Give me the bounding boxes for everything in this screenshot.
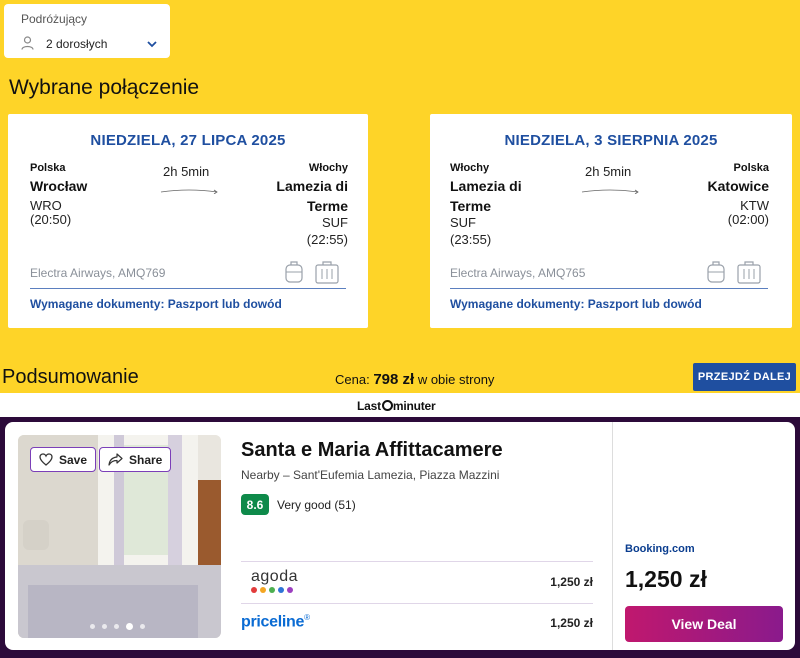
- hotel-ad-section: Save Share Santa e Maria Affittacamere N…: [0, 417, 800, 658]
- heart-icon: [39, 453, 53, 466]
- card-divider: [450, 288, 768, 289]
- arrival-time: (02:00): [727, 212, 769, 227]
- arrival-time: (22:55): [306, 232, 348, 247]
- hotel-location: Nearby – Sant'Eufemia Lamezia, Piazza Ma…: [241, 468, 500, 482]
- save-button[interactable]: Save: [30, 447, 97, 472]
- departure-time: (20:50): [30, 212, 72, 227]
- agoda-dot: [269, 587, 275, 593]
- departure-time: (23:55): [450, 232, 492, 247]
- registered-mark: ®: [304, 613, 310, 622]
- travellers-selector[interactable]: Podróżujący 2 dorosłych: [4, 4, 170, 58]
- proceed-button[interactable]: PRZEJDŹ DALEJ: [693, 363, 796, 391]
- carousel-dot[interactable]: [102, 624, 107, 629]
- clock-ring-icon: [381, 400, 393, 411]
- origin-city-line: Lamezia di: [450, 178, 522, 194]
- destination-country: Włochy: [308, 162, 348, 174]
- selected-connection-heading: Wybrane połączenie: [9, 76, 200, 99]
- logo-text-left: Last: [357, 399, 381, 413]
- flight-date: NIEDZIELA, 3 SIERPNIA 2025: [504, 132, 718, 149]
- backpack-icon: [285, 261, 303, 283]
- lastminute-logo: Last minuter: [357, 399, 436, 413]
- suitcase-icon: [315, 261, 339, 284]
- carousel-dot-active[interactable]: [126, 623, 133, 630]
- save-label: Save: [59, 452, 88, 467]
- lastminute-banner: Last minuter: [0, 393, 800, 417]
- destination-city-line: Lamezia di: [276, 178, 348, 194]
- required-documents: Wymagane dokumenty: Paszport lub dowód: [450, 297, 702, 311]
- hotel-card[interactable]: Save Share Santa e Maria Affittacamere N…: [5, 422, 795, 650]
- airline-info: Electra Airways, AMQ769: [30, 266, 166, 280]
- share-icon: [108, 453, 123, 466]
- carousel-dot[interactable]: [90, 624, 95, 629]
- priceline-logo-text: priceline: [241, 613, 305, 631]
- featured-price: 1,250 zł: [625, 566, 707, 592]
- flight-summary-section: Podróżujący 2 dorosłych Wybrane połączen…: [0, 0, 800, 393]
- travellers-value: 2 dorosłych: [46, 37, 108, 51]
- priceline-logo[interactable]: priceline®: [241, 613, 310, 631]
- booking-logo: Booking.com: [625, 543, 695, 555]
- destination-city: Lamezia di Terme: [276, 176, 348, 216]
- view-deal-button[interactable]: View Deal: [625, 606, 783, 642]
- share-label: Share: [129, 452, 163, 467]
- suitcase-icon: [737, 261, 761, 284]
- flight-date: NIEDZIELA, 27 LIPCA 2025: [90, 132, 286, 149]
- share-button[interactable]: Share: [99, 447, 172, 472]
- return-flight-card: NIEDZIELA, 3 SIERPNIA 2025 Włochy Lamezi…: [430, 114, 792, 328]
- agoda-dots-icon: [251, 587, 293, 593]
- review-score-badge: 8.6: [241, 494, 269, 515]
- flight-duration: 2h 5min: [163, 164, 210, 179]
- destination-city: Katowice: [707, 178, 769, 194]
- agoda-dot: [251, 587, 257, 593]
- agoda-dot: [278, 587, 284, 593]
- origin-city: Wrocław: [30, 178, 88, 194]
- carousel-dot[interactable]: [140, 624, 145, 629]
- origin-city: Lamezia di Terme: [450, 176, 522, 216]
- origin-country: Włochy: [450, 162, 490, 174]
- airline-info: Electra Airways, AMQ765: [450, 266, 586, 280]
- total-price: Cena: 798 zł w obie strony: [335, 371, 494, 388]
- agoda-logo[interactable]: agoda: [251, 568, 298, 586]
- offer-divider: [241, 561, 593, 562]
- chevron-down-icon[interactable]: [147, 40, 157, 48]
- agoda-price[interactable]: 1,250 zł: [525, 575, 593, 589]
- price-suffix: w obie strony: [417, 372, 495, 387]
- person-icon: [21, 36, 34, 50]
- travellers-label: Podróżujący: [21, 12, 88, 26]
- summary-title: Podsumowanie: [2, 366, 139, 388]
- logo-text-right: minuter: [392, 399, 436, 413]
- flight-arc-icon: [160, 189, 218, 194]
- backpack-icon: [707, 261, 725, 283]
- origin-country: Polska: [30, 162, 66, 174]
- price-value: 798 zł: [373, 371, 415, 388]
- required-documents: Wymagane dokumenty: Paszport lub dowód: [30, 297, 282, 311]
- hotel-photo[interactable]: Save Share: [18, 435, 221, 638]
- flight-arc-icon: [581, 189, 639, 194]
- agoda-dot: [287, 587, 293, 593]
- carousel-dot[interactable]: [114, 624, 119, 629]
- destination-country: Polska: [733, 162, 769, 174]
- priceline-price[interactable]: 1,250 zł: [525, 616, 593, 630]
- column-divider: [612, 422, 613, 650]
- hotel-name[interactable]: Santa e Maria Affittacamere: [241, 439, 503, 462]
- outbound-flight-card: NIEDZIELA, 27 LIPCA 2025 Polska Wrocław …: [8, 114, 368, 328]
- price-prefix: Cena:: [335, 372, 370, 387]
- rating-text: Very good (51): [277, 498, 356, 512]
- photo-carousel-dots[interactable]: [90, 623, 145, 630]
- flight-duration: 2h 5min: [585, 164, 632, 179]
- card-divider: [30, 288, 346, 289]
- offer-divider: [241, 603, 593, 604]
- agoda-dot: [260, 587, 266, 593]
